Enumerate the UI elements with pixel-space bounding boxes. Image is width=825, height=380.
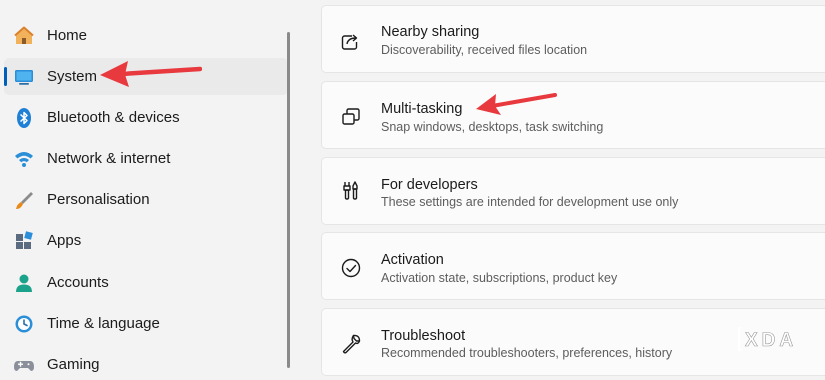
sidebar-item-bluetooth[interactable]: Bluetooth & devices <box>4 99 288 136</box>
card-subtitle: Activation state, subscriptions, product… <box>381 271 618 285</box>
settings-window: Home System Bluetooth & devices Network … <box>0 0 825 380</box>
sidebar-item-label: Network & internet <box>47 150 171 167</box>
sidebar-item-label: Bluetooth & devices <box>47 109 180 126</box>
multitask-windows-icon <box>342 108 360 125</box>
sidebar-item-label: System <box>47 68 98 85</box>
card-multi-tasking[interactable]: Multi-tasking Snap windows, desktops, ta… <box>321 81 825 149</box>
sidebar-item-label: Time & language <box>47 315 160 332</box>
system-monitor-icon <box>12 65 36 89</box>
card-subtitle: Discoverability, received files location <box>381 43 588 57</box>
annotation-arrow-system <box>100 61 202 87</box>
sidebar-item-home[interactable]: Home <box>4 17 288 54</box>
xda-logo-watermark: XDA <box>738 327 797 351</box>
card-title: Nearby sharing <box>381 24 480 40</box>
card-nearby-sharing[interactable]: Nearby sharing Discoverability, received… <box>321 5 825 73</box>
card-activation[interactable]: Activation Activation state, subscriptio… <box>321 232 825 300</box>
wrench-icon <box>342 334 361 354</box>
sidebar-item-label: Accounts <box>47 274 109 291</box>
watermark-text: XDA <box>745 330 797 351</box>
card-subtitle: These settings are intended for developm… <box>381 195 679 209</box>
home-icon <box>12 24 36 48</box>
sidebar-item-network[interactable]: Network & internet <box>4 140 288 177</box>
card-subtitle: Snap windows, desktops, task switching <box>381 120 604 134</box>
sidebar-nav: Home System Bluetooth & devices Network … <box>0 0 300 380</box>
sidebar-item-label: Apps <box>47 232 82 249</box>
wifi-icon <box>12 147 36 171</box>
card-title: Activation <box>381 252 444 268</box>
apps-icon <box>12 229 36 253</box>
sidebar-item-apps[interactable]: Apps <box>4 222 288 259</box>
sidebar-item-gaming[interactable]: Gaming <box>4 346 288 380</box>
developer-tools-icon <box>343 181 358 200</box>
share-icon <box>341 32 361 50</box>
checkmark-circle-icon <box>341 258 361 278</box>
sidebar-item-label: Gaming <box>47 356 100 373</box>
sidebar-item-time-language[interactable]: Time & language <box>4 305 288 342</box>
person-icon <box>12 271 36 295</box>
sidebar-item-label: Home <box>47 27 88 44</box>
sidebar-scrollbar[interactable] <box>287 32 290 368</box>
sidebar-item-personalisation[interactable]: Personalisation <box>4 181 288 218</box>
card-title: Multi-tasking <box>381 101 463 117</box>
card-title: For developers <box>381 177 478 193</box>
card-subtitle: Recommended troubleshooters, preferences… <box>381 346 673 360</box>
card-for-developers[interactable]: For developers These settings are intend… <box>321 157 825 225</box>
bluetooth-icon <box>12 106 36 130</box>
gamepad-icon <box>12 353 36 377</box>
clock-globe-icon <box>12 312 36 336</box>
paintbrush-icon <box>12 188 36 212</box>
sidebar-item-label: Personalisation <box>47 191 150 208</box>
annotation-arrow-multitasking <box>476 93 557 115</box>
card-title: Troubleshoot <box>381 328 466 344</box>
selection-indicator <box>4 67 7 86</box>
sidebar-item-accounts[interactable]: Accounts <box>4 264 288 301</box>
